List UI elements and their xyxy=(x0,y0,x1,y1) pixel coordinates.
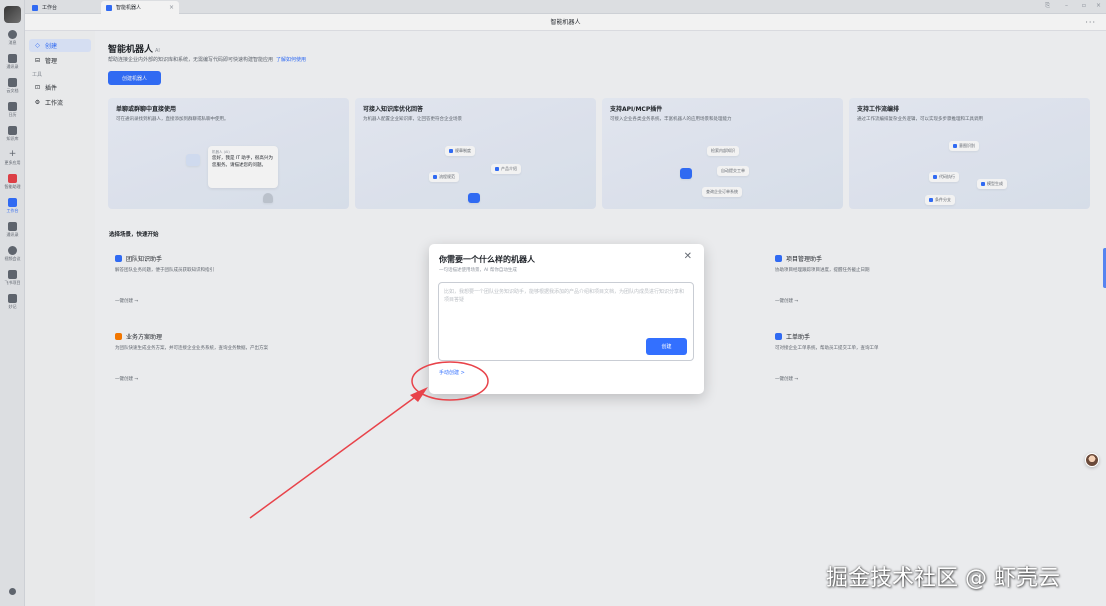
dialog-create-button[interactable]: 创建 xyxy=(646,338,687,355)
watermark: 掘金技术社区 @ 虾壳云 xyxy=(826,566,1060,591)
close-icon[interactable]: ✕ xyxy=(684,251,692,262)
dialog-title: 你需要一个什么样的机器人 xyxy=(439,255,535,264)
floating-assistant-avatar[interactable] xyxy=(1085,453,1099,467)
create-robot-dialog: 你需要一个什么样的机器人 一句话描述使用场景，AI 帮你自动生成 ✕ 创建 手动… xyxy=(429,244,704,394)
dialog-subtitle: 一句话描述使用场景，AI 帮你自动生成 xyxy=(439,268,517,273)
manual-create-link[interactable]: 手动创建 > xyxy=(439,369,465,376)
